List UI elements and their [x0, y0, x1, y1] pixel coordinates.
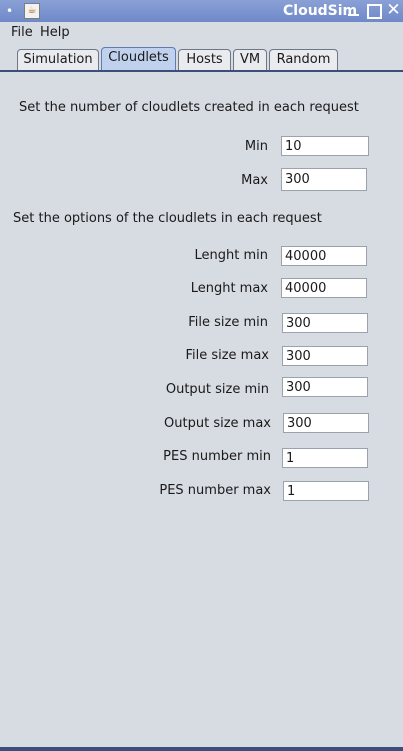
menu-bar: File Help	[0, 22, 403, 42]
output-size-min-label: Output size min	[165, 382, 269, 397]
window-menu-icon[interactable]: •	[6, 4, 13, 18]
output-size-max-field[interactable]	[283, 413, 369, 433]
tab-strip: Simulation Cloudlets Hosts VM Random	[0, 45, 403, 71]
length-max-label: Lenght max	[190, 281, 268, 296]
cloudlets-min-field[interactable]	[281, 136, 369, 156]
file-size-max-field[interactable]	[282, 346, 368, 366]
pes-min-field[interactable]	[282, 448, 368, 468]
length-min-field[interactable]	[281, 246, 367, 266]
close-icon[interactable]: ✕	[386, 2, 401, 19]
cloudlets-count-heading: Set the number of cloudlets created in e…	[19, 100, 359, 115]
output-size-max-label: Output size max	[164, 416, 271, 431]
tab-random[interactable]: Random	[269, 49, 338, 70]
file-size-max-label: File size max	[185, 348, 269, 363]
tab-hosts[interactable]: Hosts	[178, 49, 231, 70]
cloudlets-panel: Set the number of cloudlets created in e…	[0, 72, 403, 747]
tab-cloudlets[interactable]: Cloudlets	[101, 47, 176, 71]
bottom-border	[0, 747, 403, 751]
menu-help[interactable]: Help	[40, 25, 70, 40]
java-icon: ☕	[24, 3, 40, 19]
cloudlet-options-heading: Set the options of the cloudlets in each…	[13, 211, 322, 226]
menu-file[interactable]: File	[11, 25, 33, 40]
title-bar[interactable]: • ☕ CloudSim ✕	[0, 0, 403, 23]
output-size-min-field[interactable]	[282, 377, 368, 397]
file-size-min-field[interactable]	[282, 313, 368, 333]
tab-simulation[interactable]: Simulation	[17, 49, 99, 70]
length-min-label: Lenght min	[194, 248, 269, 263]
length-max-field[interactable]	[281, 278, 367, 298]
maximize-icon[interactable]	[366, 3, 382, 19]
cloudlets-max-field[interactable]	[281, 168, 367, 191]
file-size-min-label: File size min	[188, 315, 268, 330]
max-label: Max	[241, 173, 268, 188]
pes-max-label: PES number max	[159, 483, 271, 498]
tab-vm[interactable]: VM	[233, 49, 267, 70]
min-label: Min	[244, 139, 268, 154]
pes-min-label: PES number min	[163, 449, 271, 464]
pes-max-field[interactable]	[283, 481, 369, 501]
minimize-icon[interactable]	[346, 3, 361, 18]
